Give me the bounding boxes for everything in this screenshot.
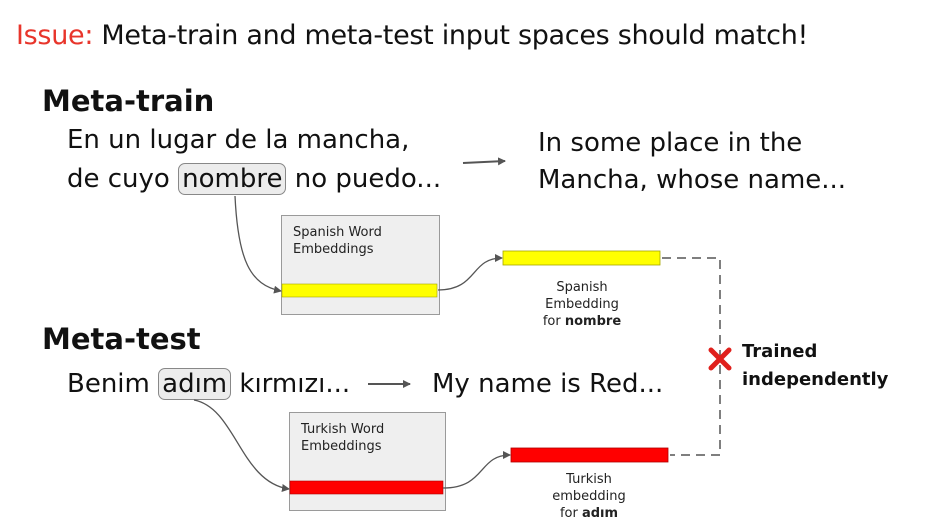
spanish-table-row xyxy=(281,283,438,298)
comparison-dashed-bracket xyxy=(662,257,721,456)
turkish-table-row xyxy=(289,480,444,495)
turkish-embedding-vector xyxy=(510,447,669,463)
slide: Issue: Meta-train and meta-test input sp… xyxy=(0,0,937,528)
turkish-row-to-vector-curve xyxy=(442,451,511,489)
nombre-to-table-curve xyxy=(234,195,282,294)
spanish-embedding-vector xyxy=(502,250,661,266)
spanish-row-to-vector-curve xyxy=(437,254,503,291)
adim-to-table-curve xyxy=(193,399,290,492)
translation-arrow-train xyxy=(462,157,506,166)
connector-layer xyxy=(193,157,732,495)
